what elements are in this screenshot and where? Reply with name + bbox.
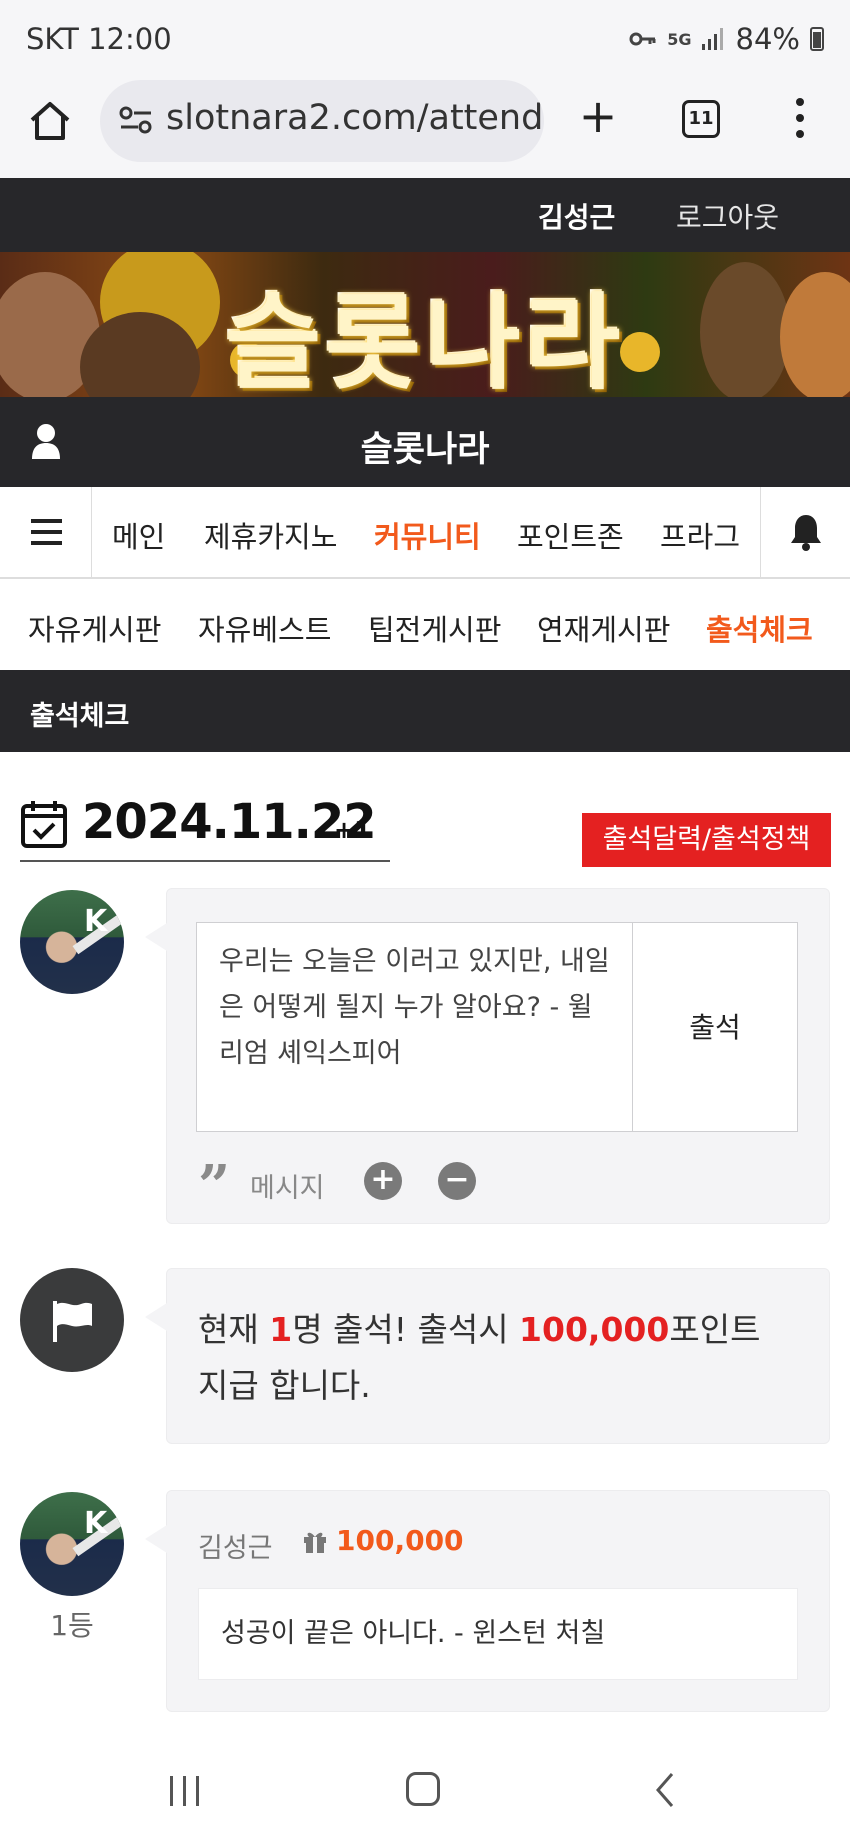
plus-icon[interactable]: +: [364, 1162, 402, 1200]
url-text[interactable]: slotnara2.com/attend: [166, 98, 543, 138]
nav-item-point-zone[interactable]: 포인트존: [517, 514, 624, 556]
sub-nav: 자유게시판 자유베스트 팁전게시판 연재게시판 출석체크: [0, 581, 850, 669]
status-bar: SKT 12:00 5G 84%: [0, 0, 850, 80]
sub-item-attendance[interactable]: 출석체크: [706, 607, 813, 649]
section-title: 출석체크: [30, 701, 130, 732]
site-name-bar: 슬롯나라: [0, 397, 850, 487]
sub-item-free-board[interactable]: 자유게시판: [28, 607, 161, 649]
entry-author[interactable]: 김성근: [198, 1526, 273, 1565]
carrier-time: SKT 12:00: [26, 22, 172, 56]
nav-item-main[interactable]: 메인: [112, 514, 165, 556]
avatar: K: [20, 890, 124, 994]
notification-button[interactable]: [760, 487, 850, 577]
attend-button[interactable]: 출석: [632, 922, 798, 1132]
nav-item-casino[interactable]: 제휴카지노: [204, 514, 337, 556]
browser-toolbar: slotnara2.com/attend + 11: [0, 80, 850, 178]
attendance-rank: 1등: [50, 1609, 94, 1642]
address-bar[interactable]: slotnara2.com/attend: [100, 80, 544, 162]
home-nav-icon[interactable]: [406, 1772, 440, 1806]
date-text: 2024.11.22: [82, 794, 377, 850]
battery-icon: [810, 27, 824, 51]
logout-link[interactable]: 로그아웃: [676, 196, 779, 236]
hamburger-menu-icon[interactable]: [0, 487, 92, 577]
network-type: 5G: [667, 29, 692, 49]
nav-item-community[interactable]: 커뮤니티: [374, 514, 481, 556]
new-tab-button[interactable]: +: [577, 88, 619, 144]
notice-text-1: 현재: [198, 1310, 270, 1349]
home-icon[interactable]: [26, 96, 74, 144]
attendance-notice: 현재 1명 출석! 출석시 100,000포인트 지급 합니다.: [198, 1302, 798, 1414]
tab-switcher-button[interactable]: 11: [682, 100, 720, 138]
back-icon[interactable]: [650, 1770, 680, 1810]
status-icons: 5G 84%: [629, 22, 824, 56]
message-input[interactable]: 우리는 오늘은 이러고 있지만, 내일은 어떻게 될지 누가 알아요? - 윌리…: [196, 922, 633, 1132]
android-nav-bar: [0, 1742, 850, 1842]
banner-title: 슬롯나라: [225, 282, 625, 397]
notice-avatar: [20, 1268, 124, 1372]
attendee-count: 1: [269, 1310, 293, 1349]
battery-level: 84%: [735, 22, 800, 56]
site-settings-icon[interactable]: [118, 102, 154, 138]
site-name[interactable]: 슬롯나라: [0, 421, 850, 472]
entry-points: 100,000: [336, 1524, 464, 1557]
key-icon: [629, 32, 656, 46]
sub-item-serial-board[interactable]: 연재게시판: [537, 607, 670, 649]
site-banner[interactable]: 슬롯나라: [0, 252, 850, 397]
recent-apps-icon[interactable]: [170, 1776, 204, 1806]
flag-icon: [53, 1301, 92, 1342]
sub-item-free-best[interactable]: 자유베스트: [198, 607, 331, 649]
browser-menu-icon[interactable]: [790, 94, 810, 144]
user-name[interactable]: 김성근: [538, 196, 615, 236]
nav-item-pragmatic[interactable]: 프라그: [660, 514, 740, 556]
main-nav: 메인 제휴카지노 커뮤니티 포인트존 프라그: [0, 487, 850, 579]
notice-text-2: 명 출석! 출석시: [292, 1310, 520, 1349]
date-suffix: +1: [334, 816, 371, 844]
avatar: K: [20, 1492, 124, 1596]
gift-icon: [304, 1532, 326, 1553]
attendance-policy-button[interactable]: 출석달력/출석정책: [582, 813, 831, 867]
signal-icon: [701, 28, 723, 50]
calendar-check-icon: [21, 801, 67, 848]
message-label[interactable]: 메시지: [250, 1166, 325, 1205]
main-nav-items: 메인 제휴카지노 커뮤니티 포인트존 프라그: [92, 487, 758, 577]
reward-points: 100,000: [519, 1310, 670, 1349]
attendance-date: 2024.11.22 +1: [20, 794, 390, 862]
quote-icon: ”: [198, 1153, 231, 1219]
bell-icon: [791, 515, 821, 551]
site-user-bar: 김성근 로그아웃: [0, 178, 850, 252]
minus-icon[interactable]: −: [438, 1162, 476, 1200]
entry-message: 성공이 끝은 아니다. - 윈스턴 처칠: [198, 1588, 798, 1680]
sub-item-tip-board[interactable]: 팁전게시판: [368, 607, 501, 649]
section-header: 출석체크: [0, 670, 850, 752]
